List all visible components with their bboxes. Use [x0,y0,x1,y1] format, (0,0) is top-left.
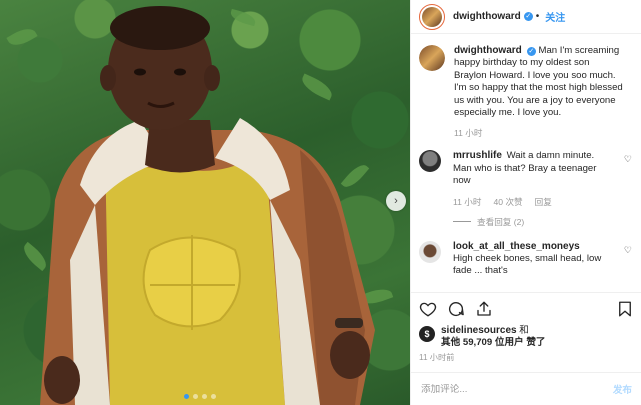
comment-content: mrrushlife Wait a damn minute. Man who i… [453,150,615,227]
likes-others-suffix[interactable]: 位用户 赞了 [495,337,546,348]
comment-like-heart-icon[interactable]: ♡ [624,245,632,256]
comment-text-block: mrrushlife Wait a damn minute. Man who i… [453,150,615,187]
avatar-image [422,6,442,27]
liker-username[interactable]: sidelinesources [441,325,517,336]
comment-meta: 11 小时 40 次赞 回复 [453,196,615,208]
comment-likes[interactable]: 40 次赞 [494,196,523,208]
comment-like-heart-icon[interactable]: ♡ [624,154,632,165]
post-timestamp[interactable]: 11 小时前 [419,351,454,363]
heart-icon[interactable] [419,300,437,318]
commenter-avatar[interactable] [419,240,441,263]
carousel-indicator [184,394,216,399]
replies-line [453,221,471,223]
comment-text-block: look_at_all_these_moneys High cheek bone… [453,241,615,278]
comments-list[interactable]: dwighthoward ✓ Man I'm screaming happy bi… [411,35,641,292]
liker-avatar[interactable]: $ [419,326,435,342]
comment-item: look_at_all_these_moneys High cheek bone… [419,240,634,278]
verified-badge-icon: ✓ [523,12,533,21]
carousel-next-button[interactable]: › [386,191,406,211]
post-header: dwighthoward ✓ • 关注 [411,0,641,34]
caption-meta: 11 小时 [454,127,624,139]
likes-others-prefix[interactable]: 其他 [441,337,460,348]
view-replies-button[interactable]: 查看回复 (2) [453,216,615,228]
carousel-dot [202,394,207,399]
caption-content: dwighthoward ✓ Man I'm screaming happy bi… [454,45,624,139]
person-illustration [40,6,375,405]
post-actions-bar [411,292,641,324]
author-username[interactable]: dwighthoward [453,11,521,22]
commenter-avatar[interactable] [419,150,441,173]
post-side-panel: dwighthoward ✓ • 关注 dwighthoward ✓ Man I'… [410,0,641,405]
commenter-username[interactable]: mrrushlife [453,150,502,161]
comment-timestamp[interactable]: 11 小时 [453,196,482,208]
comment-item: mrrushlife Wait a damn minute. Man who i… [419,150,634,227]
comment-input[interactable] [421,383,613,395]
sideline-logo-icon: $ [424,329,430,339]
share-icon[interactable] [475,300,493,318]
verified-badge-icon: ✓ [526,47,536,56]
post-photo[interactable]: › [0,0,410,405]
carousel-dot [211,394,216,399]
likes-count[interactable]: 59,709 [463,337,492,348]
comment-text: High cheek bones, small head, low fade .… [453,253,602,277]
chevron-right-icon: › [394,195,398,207]
likes-and: 和 [519,325,529,336]
separator-dot: • [535,11,540,22]
add-comment-bar: 发布 [411,372,641,405]
caption-text-block: dwighthoward ✓ Man I'm screaming happy bi… [454,45,624,119]
likes-summary: $ sidelinesources 和 其他 59,709 位用户 赞了 [419,325,634,350]
author-avatar[interactable] [419,45,445,71]
post-comment-button[interactable]: 发布 [613,382,632,396]
reply-button[interactable]: 回复 [535,196,552,208]
caption-username[interactable]: dwighthoward [454,45,522,56]
comment-content: look_at_all_these_moneys High cheek bone… [453,241,615,278]
carousel-dot [193,394,198,399]
view-replies-label: 查看回复 (2) [477,216,525,227]
caption-comment: dwighthoward ✓ Man I'm screaming happy bi… [419,45,634,139]
carousel-dot [184,394,189,399]
caption-timestamp[interactable]: 11 小时 [454,127,483,139]
commenter-username[interactable]: look_at_all_these_moneys [453,241,580,252]
comment-icon[interactable] [447,300,465,318]
avatar-image [419,45,445,71]
follow-button[interactable]: 关注 [545,9,565,24]
author-avatar[interactable] [419,3,445,30]
likes-text: sidelinesources 和 其他 59,709 位用户 赞了 [441,325,546,350]
bookmark-icon[interactable] [616,300,634,318]
